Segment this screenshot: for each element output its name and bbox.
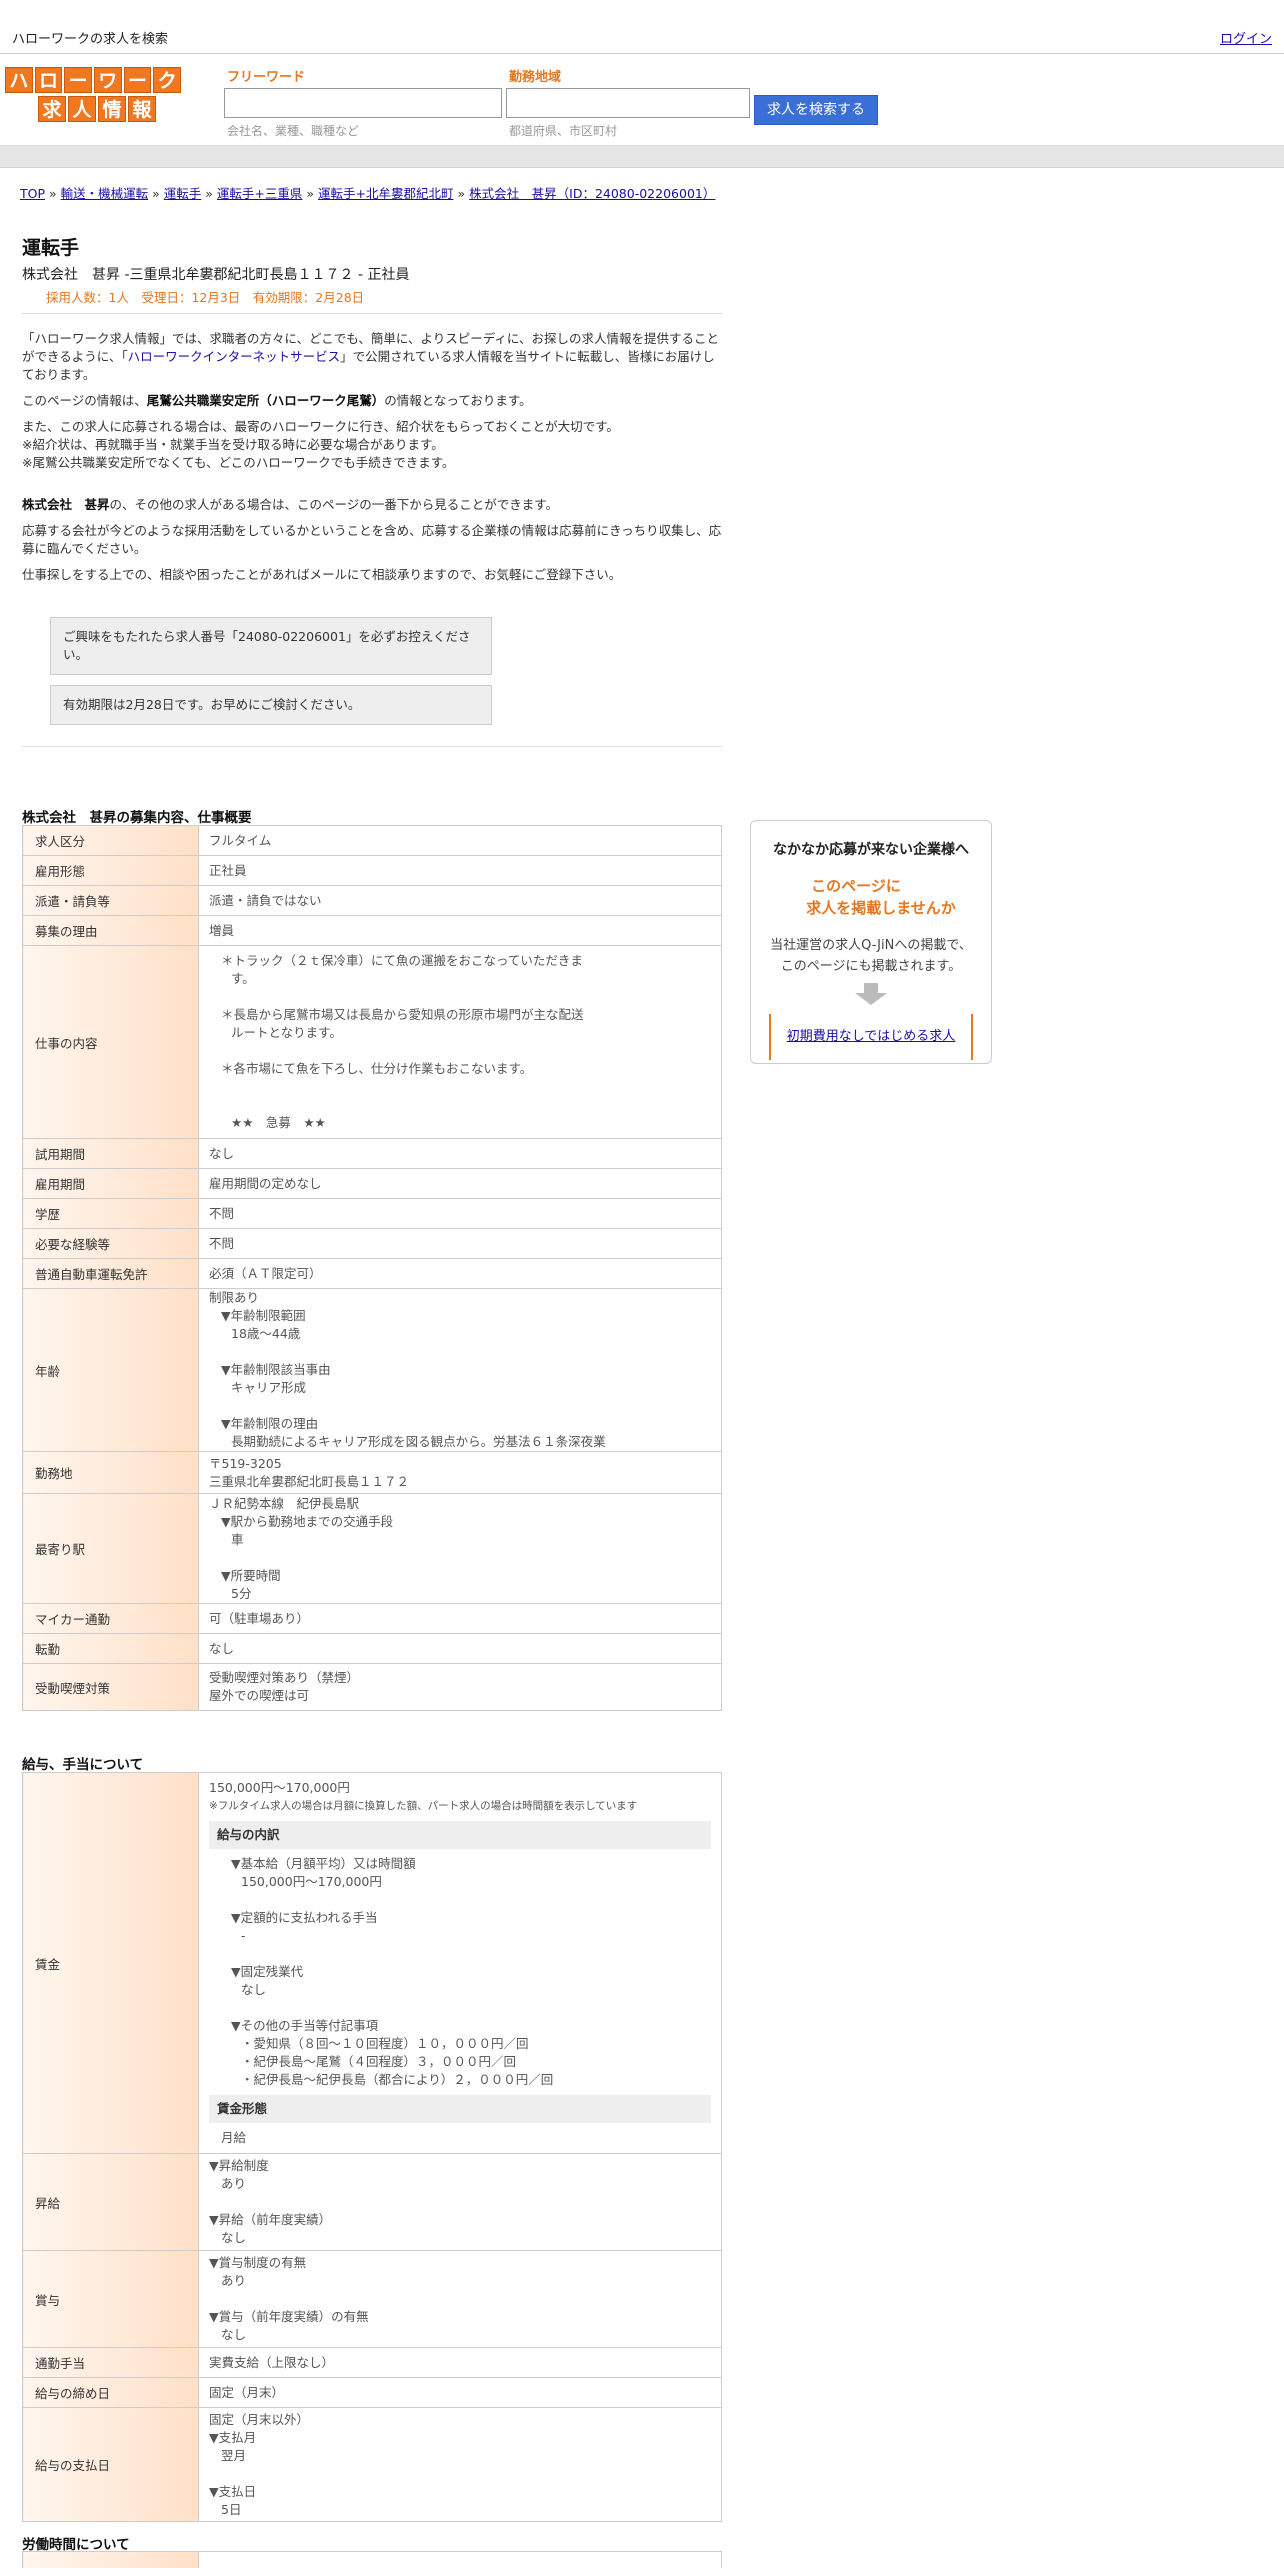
table-row: 年齢 制限あり ▼年齢制限範囲 18歳〜44歳 ▼年齢制限該当事由 キャリア形成 ▼… [22, 1288, 722, 1452]
table-row: 試用期間 なし [22, 1138, 722, 1169]
table-row: 勤務地 〒519-3205 三重県北牟婁郡紀北町長島１１７２ [22, 1451, 722, 1494]
divider [22, 746, 722, 747]
intro-paragraph: 応募する会社が今どのような採用活動をしているかということを含め、応募する企業様の… [22, 523, 722, 556]
freeword-input[interactable] [224, 88, 502, 118]
logo-char: ハ [5, 67, 33, 93]
gray-band [0, 146, 1284, 168]
logo-char: ー [123, 67, 152, 93]
job-number-note: ご興味をもたれたら求人番号「24080-02206001」を必ずお控えください。 [50, 617, 492, 675]
section-title-hours: 労働時間について [22, 2537, 130, 2553]
breadcrumb-separator: » [49, 186, 57, 201]
intro-paragraph: 「ハローワーク求人情報」では、求職者の方々に、どこでも、簡単に、よりスピーディに… [22, 331, 720, 382]
deadline-note: 有効期限は2月28日です。お早めにご検討ください。 [50, 685, 492, 725]
table-row: 普通自動車運転免許 必須（ＡＴ限定可） [22, 1258, 722, 1289]
side-ad-box: なかなか応募が来ない企業様へ このページに 求人を掲載しませんか 当社運営の求人… [750, 820, 992, 1064]
hellowork-logo[interactable]: ハ ロ ー ワ ー ク 求 人 情 報 [5, 67, 182, 125]
breadcrumb-separator: » [457, 186, 466, 201]
breadcrumb-company[interactable]: 株式会社 甚昇（ID：24080-02206001） [469, 186, 715, 201]
intro-text: 「ハローワーク求人情報」では、求職者の方々に、どこでも、簡単に、よりスピーディに… [22, 330, 722, 592]
logo-char: 求 [38, 96, 66, 122]
area-block: 勤務地域 都道府県、市区町村 [506, 68, 750, 139]
freeword-label: フリーワード [227, 70, 306, 85]
section-title-salary: 給与、手当について [22, 1757, 144, 1773]
logo-char: ワ [94, 67, 122, 93]
table-row: 受動喫煙対策 受動喫煙対策あり（禁煙） 屋外での喫煙は可 [22, 1663, 722, 1711]
side-ad-catch: このページに 求人を掲載しませんか [806, 877, 956, 917]
table-row: 雇用期間 雇用期間の定めなし [22, 1168, 722, 1199]
hellowork-internet-link[interactable]: ハローワークインターネットサービス [128, 349, 341, 364]
logo-char: 情 [98, 96, 126, 122]
login-link[interactable]: ログイン [1220, 28, 1272, 47]
intro-paragraph: また、この求人に応募される場合は、最寄のハローワークに行き、紹介状をもらっておく… [22, 419, 619, 470]
breadcrumb-town[interactable]: 運転手+北牟婁郡紀北町 [318, 186, 453, 201]
table-row: 賞与 ▼賞与制度の有無 あり ▼賞与（前年度実績）の有無 なし [22, 2250, 722, 2348]
table-row: 派遣・請負等 派遣・請負ではない [22, 885, 722, 916]
side-ad-link-box: 初期費用なしではじめる求人 [769, 1014, 973, 1060]
freeword-hint: 会社名、業種、職種など [227, 124, 360, 138]
intro-paragraph: 仕事探しをする上での、相談や困ったことがあればメールにて相談承りますので、お気軽… [22, 567, 622, 582]
breadcrumb-prefecture[interactable]: 運転手+三重県 [217, 186, 302, 201]
table-row: 最寄り駅 ＪＲ紀勢本線 紀伊長島駅 ▼駅から勤務地までの交通手段車 ▼所要時間 5… [22, 1493, 722, 1604]
top-bar: ハローワークの求人を検索 ログイン [0, 0, 1284, 54]
side-ad-title: なかなか応募が来ない企業様へ [773, 842, 969, 858]
table-row: 給与の締め日 固定（月末） [22, 2377, 722, 2408]
logo-char: ク [153, 67, 182, 93]
table-row: 転勤 なし [22, 1633, 722, 1664]
table-row: 必要な経験等 不問 [22, 1228, 722, 1259]
breadcrumb-separator: » [306, 186, 315, 201]
job-subtitle: 株式会社 甚昇 -三重県北牟婁郡紀北町長島１１７２ - 正社員 [22, 267, 410, 283]
divider [22, 313, 722, 314]
job-meta: 採用人数：1人 受理日：12月3日 有効期限：2月28日 [46, 290, 365, 305]
intro-paragraph: このページの情報は、尾鷲公共職業安定所（ハローワーク尾鷲）の情報となっております… [22, 393, 532, 408]
table-row: マイカー通勤 可（駐車場あり） [22, 1603, 722, 1634]
table-row: 求人区分 フルタイム [22, 825, 722, 856]
arrow-down-icon [855, 983, 887, 1005]
area-label: 勤務地域 [509, 70, 562, 85]
table-row: 昇給 ▼昇給制度 あり ▼昇給（前年度実績） なし [22, 2153, 722, 2251]
search-button[interactable]: 求人を検索する [754, 95, 878, 125]
table-row: 給与の支払日 固定（月末以外） ▼支払月 翌月 ▼支払日 5日 [22, 2407, 722, 2522]
area-hint: 都道府県、市区町村 [509, 124, 618, 138]
salary-table: 賃金 150,000円〜170,000円 ※フルタイム求人の場合は月額に換算した… [22, 1772, 722, 2522]
job-description: ＊トラック（２ｔ保冷車）にて魚の運搬をおこなっていただきま す。 ＊長島から尾鷲市… [198, 945, 722, 1139]
section-title-overview: 株式会社 甚昇の募集内容、仕事概要 [22, 810, 252, 826]
table-row: 募集の理由 増員 [22, 915, 722, 946]
logo-char: 報 [128, 96, 156, 122]
header: ハ ロ ー ワ ー ク 求 人 情 報 フリーワード 会社名、業種、職種など 勤… [0, 54, 1284, 146]
site-title: ハローワークの求人を検索 [12, 32, 169, 47]
freeword-block: フリーワード 会社名、業種、職種など [224, 68, 502, 139]
area-input[interactable] [506, 88, 750, 118]
table-row [22, 2551, 722, 2568]
job-title: 運転手 [22, 237, 80, 259]
table-row: 賃金 150,000円〜170,000円 ※フルタイム求人の場合は月額に換算した… [22, 1772, 722, 2154]
intro-paragraph: 株式会社 甚昇の、その他の求人がある場合は、このページの一番下から見ることができ… [22, 497, 559, 512]
breadcrumb-separator: » [205, 186, 213, 201]
side-ad-link[interactable]: 初期費用なしではじめる求人 [787, 1029, 956, 1044]
table-row: 学歴 不問 [22, 1198, 722, 1229]
breadcrumb: TOP » 輸送・機械運転 » 運転手 » 運転手+三重県 » 運転手+北牟婁郡… [20, 183, 715, 202]
table-row: 雇用形態 正社員 [22, 855, 722, 886]
breadcrumb-job[interactable]: 運転手 [164, 186, 202, 201]
breadcrumb-category[interactable]: 輸送・機械運転 [61, 186, 149, 201]
overview-table: 求人区分 フルタイム 雇用形態 正社員 派遣・請負等 派遣・請負ではない 募集の理由増… [22, 825, 722, 1711]
logo-char: ロ [34, 67, 63, 93]
logo-char: ー [64, 67, 93, 93]
hours-table [22, 2551, 722, 2568]
table-row: 通勤手当 実費支給（上限なし） [22, 2347, 722, 2378]
table-row: 仕事の内容 ＊トラック（２ｔ保冷車）にて魚の運搬をおこなっていただきま す。 ＊長… [22, 945, 722, 1139]
job-heading: 運転手 株式会社 甚昇 -三重県北牟婁郡紀北町長島１１７２ - 正社員 採用人数… [22, 233, 722, 306]
breadcrumb-top[interactable]: TOP [20, 186, 45, 201]
breadcrumb-separator: » [152, 186, 160, 201]
side-ad-description: 当社運営の求人Q-JiNへの掲載で、 このページにも掲載されます。 [770, 938, 972, 974]
logo-char: 人 [68, 96, 96, 122]
